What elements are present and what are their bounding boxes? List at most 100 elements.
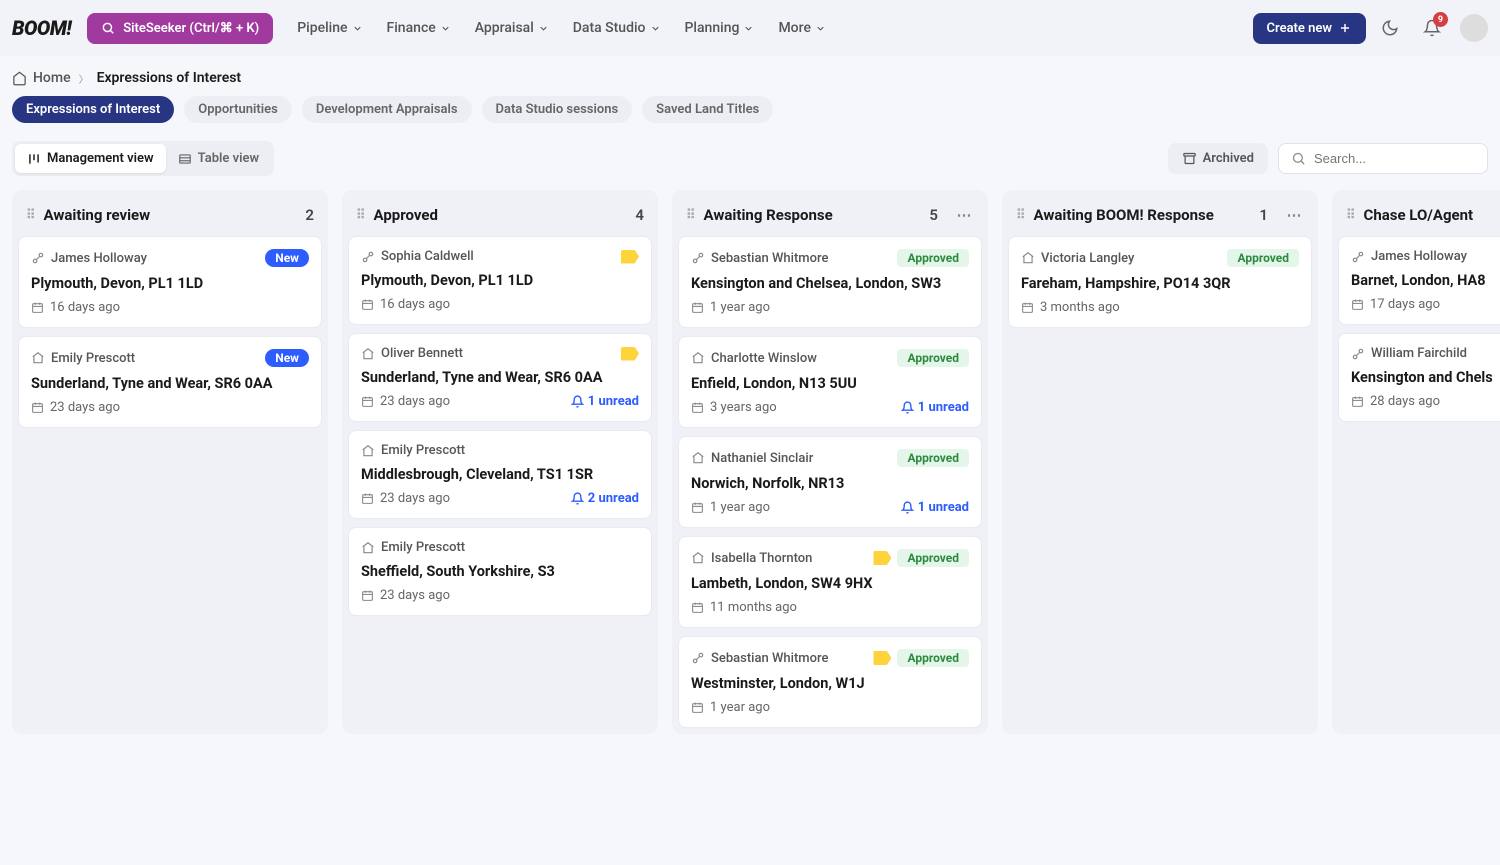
tab[interactable]: Development Appraisals <box>302 96 472 123</box>
link-icon <box>691 251 705 265</box>
approved-badge: Approved <box>1227 249 1299 267</box>
notification-count: 9 <box>1433 12 1448 27</box>
card-person: Emily Prescott <box>381 443 639 458</box>
nav-item[interactable]: Planning <box>685 20 755 36</box>
table-view-button[interactable]: Table view <box>166 144 271 173</box>
nav-item[interactable]: Pipeline <box>297 20 362 36</box>
card-person: James Holloway <box>51 251 259 266</box>
card-time: 23 days ago <box>380 394 450 409</box>
nav-item[interactable]: Appraisal <box>475 20 549 36</box>
user-avatar[interactable] <box>1460 14 1488 42</box>
breadcrumb-home[interactable]: Home <box>12 70 71 86</box>
card[interactable]: Isabella Thornton Approved Lambeth, Lond… <box>678 536 982 628</box>
main-nav: Pipeline Finance Appraisal Data Studio Plann… <box>297 20 826 36</box>
create-new-label: Create new <box>1267 21 1332 36</box>
home-icon <box>691 551 705 565</box>
card-time: 16 days ago <box>50 300 120 315</box>
card[interactable]: Oliver Bennett Sunderland, Tyne and Wear… <box>348 333 652 422</box>
home-icon <box>1021 251 1035 265</box>
tab[interactable]: Saved Land Titles <box>642 96 773 123</box>
nav-item[interactable]: Finance <box>387 20 451 36</box>
tag-icon <box>621 347 639 361</box>
chevron-down-icon <box>815 23 826 34</box>
column-header: ⠿ Awaiting BOOM! Response 1 ⋯ <box>1008 196 1312 236</box>
card-time: 1 year ago <box>710 300 770 315</box>
card[interactable]: Charlotte Winslow Approved Enfield, Lond… <box>678 336 982 428</box>
site-seeker-button[interactable]: SiteSeeker (Ctrl/⌘ + K) <box>87 13 273 44</box>
card[interactable]: Emily Prescott Middlesbrough, Cleveland,… <box>348 430 652 519</box>
approved-badge: Approved <box>897 249 969 267</box>
card[interactable]: James Holloway Barnet, London, HA8 17 da… <box>1338 236 1500 325</box>
grip-icon[interactable]: ⠿ <box>1016 208 1026 223</box>
tab[interactable]: Data Studio sessions <box>482 96 633 123</box>
card[interactable]: Sebastian Whitmore Approved Kensington a… <box>678 236 982 328</box>
card[interactable]: James Holloway New Plymouth, Devon, PL1 … <box>18 236 322 328</box>
card[interactable]: Sophia Caldwell Plymouth, Devon, PL1 1LD… <box>348 236 652 325</box>
unread-indicator: 1 unread <box>901 500 969 515</box>
search-input[interactable] <box>1314 151 1490 166</box>
card-time: 23 days ago <box>380 491 450 506</box>
tab[interactable]: Expressions of Interest <box>12 96 174 123</box>
column-menu[interactable]: ⋯ <box>1284 206 1304 224</box>
notifications-button[interactable]: 9 <box>1414 10 1450 46</box>
card[interactable]: Nathaniel Sinclair Approved Norwich, Nor… <box>678 436 982 528</box>
chevron-down-icon <box>352 23 363 34</box>
archived-button[interactable]: Archived <box>1168 143 1268 174</box>
card-person: Sophia Caldwell <box>381 249 613 264</box>
kanban-board: ⠿ Awaiting review 2 James Holloway New P… <box>0 190 1500 754</box>
card-time: 3 months ago <box>1040 300 1120 315</box>
column-menu[interactable]: ⋯ <box>954 206 974 224</box>
card-time: 16 days ago <box>380 297 450 312</box>
card-time: 23 days ago <box>380 588 450 603</box>
card[interactable]: Sebastian Whitmore Approved Westminster,… <box>678 636 982 728</box>
filter-tabs: Expressions of Interest Opportunities Deve… <box>0 96 1500 135</box>
moon-icon <box>1381 19 1399 37</box>
home-icon <box>12 71 27 86</box>
grip-icon[interactable]: ⠿ <box>356 208 366 223</box>
card-person: James Holloway <box>1371 249 1500 264</box>
card-person: Isabella Thornton <box>711 551 865 566</box>
nav-item[interactable]: More <box>778 20 826 36</box>
home-icon <box>31 351 45 365</box>
management-view-button[interactable]: Management view <box>15 144 166 173</box>
tab[interactable]: Opportunities <box>184 96 292 123</box>
card[interactable]: Emily Prescott Sheffield, South Yorkshir… <box>348 527 652 616</box>
tag-icon <box>621 250 639 264</box>
card[interactable]: Emily Prescott New Sunderland, Tyne and … <box>18 336 322 428</box>
card-time: 17 days ago <box>1370 297 1440 312</box>
card[interactable]: William Fairchild Kensington and Chels 2… <box>1338 333 1500 422</box>
card-title: Kensington and Chels <box>1351 369 1500 386</box>
card-person: Emily Prescott <box>51 351 259 366</box>
card-title: Sunderland, Tyne and Wear, SR6 0AA <box>361 369 639 386</box>
card[interactable]: Victoria Langley Approved Fareham, Hamps… <box>1008 236 1312 328</box>
breadcrumb: Home 〉 Expressions of Interest <box>0 56 1500 96</box>
grip-icon[interactable]: ⠿ <box>1346 208 1356 223</box>
calendar-icon <box>361 492 374 505</box>
kanban-icon <box>27 152 41 166</box>
grip-icon[interactable]: ⠿ <box>686 208 696 223</box>
kanban-column: ⠿ Approved 4 Sophia Caldwell Plymouth, D… <box>342 190 658 734</box>
calendar-icon <box>361 395 374 408</box>
card-title: Norwich, Norfolk, NR13 <box>691 475 969 492</box>
card-person: Emily Prescott <box>381 540 639 555</box>
nav-item[interactable]: Data Studio <box>573 20 661 36</box>
create-new-button[interactable]: Create new <box>1253 13 1366 44</box>
home-icon <box>691 451 705 465</box>
theme-toggle[interactable] <box>1372 10 1408 46</box>
card-person: Charlotte Winslow <box>711 351 891 366</box>
card-person: Victoria Langley <box>1041 251 1221 266</box>
calendar-icon <box>691 601 704 614</box>
card-person: Nathaniel Sinclair <box>711 451 891 466</box>
unread-indicator: 1 unread <box>901 400 969 415</box>
unread-indicator: 2 unread <box>571 491 639 506</box>
card-time: 1 year ago <box>710 500 770 515</box>
breadcrumb-current: Expressions of Interest <box>97 70 242 86</box>
column-header: ⠿ Awaiting review 2 <box>18 196 322 236</box>
card-title: Westminster, London, W1J <box>691 675 969 692</box>
new-badge: New <box>265 249 309 267</box>
link-icon <box>361 250 375 264</box>
card-title: Middlesbrough, Cleveland, TS1 1SR <box>361 466 639 483</box>
card-person: Sebastian Whitmore <box>711 651 865 666</box>
home-icon <box>691 351 705 365</box>
grip-icon[interactable]: ⠿ <box>26 208 36 223</box>
